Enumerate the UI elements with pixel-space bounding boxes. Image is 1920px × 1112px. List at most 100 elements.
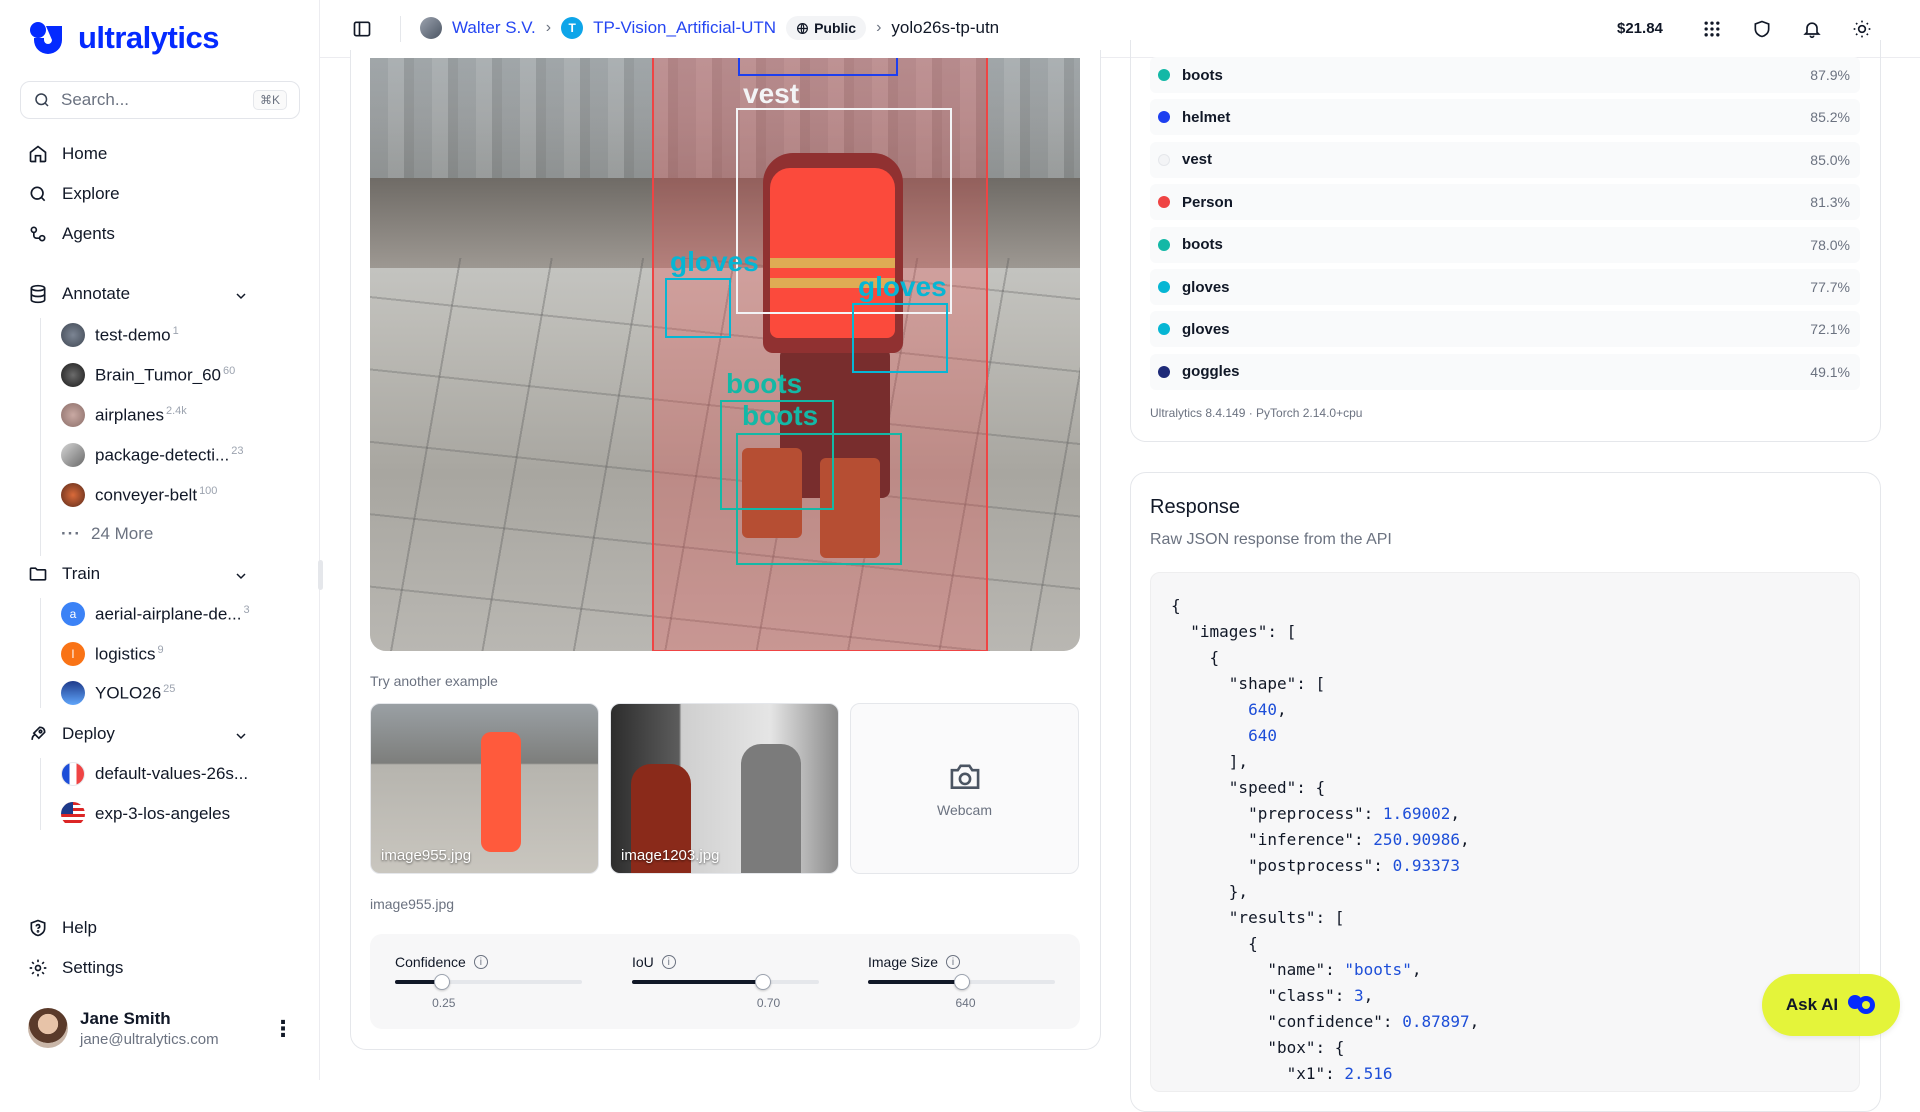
slider-track[interactable]	[632, 974, 819, 990]
user-name: Jane Smith	[80, 1008, 171, 1028]
nav-settings[interactable]: Settings	[28, 958, 123, 978]
prediction-image[interactable]: vest gloves gloves boots boots	[370, 58, 1080, 651]
train-item-aerial-airplane[interactable]: a aerial-airplane-de... 3	[61, 602, 250, 626]
train-item-logistics[interactable]: l logistics 9	[61, 642, 164, 666]
sun-theme-icon[interactable]	[1852, 19, 1872, 39]
deploy-item-los-angeles[interactable]: exp-3-los-angeles	[61, 802, 230, 826]
detection-class: Person	[1182, 193, 1233, 211]
nav-agents[interactable]: Agents	[28, 224, 115, 244]
info-icon[interactable]: i	[661, 955, 676, 969]
webcam-label: Webcam	[937, 801, 992, 818]
globe-icon	[797, 22, 809, 34]
example-image-1203[interactable]: image1203.jpg	[610, 703, 839, 874]
deploy-chevron-down-icon[interactable]	[233, 728, 249, 744]
annotate-item-label: test-demo 1	[95, 324, 179, 345]
webcam-button[interactable]: Webcam	[850, 703, 1079, 874]
sidebar-resize-handle[interactable]	[318, 560, 323, 590]
nav-train[interactable]: Train	[28, 564, 100, 584]
example-image-955[interactable]: image955.jpg	[370, 703, 599, 874]
nav-annotate[interactable]: Annotate	[28, 284, 130, 304]
nav-help[interactable]: Help	[28, 918, 97, 938]
usa-flag-icon	[61, 802, 85, 826]
nav-settings-label: Settings	[62, 958, 124, 977]
annotate-item-label: package-detecti... 23	[95, 444, 244, 465]
class-color-dot	[1158, 196, 1170, 209]
nav-home[interactable]: Home	[28, 144, 107, 164]
slider-track[interactable]	[395, 974, 582, 990]
brand-name: ultralytics	[78, 20, 219, 55]
slider-track[interactable]	[868, 974, 1055, 990]
nav-deploy[interactable]: Deploy	[28, 724, 115, 744]
sidebar-toggle-icon[interactable]	[352, 19, 372, 39]
train-item-label: YOLO26 25	[95, 682, 176, 703]
annotate-more-link[interactable]: ··· 24 More	[61, 524, 153, 544]
train-item-yolo26[interactable]: YOLO26 25	[61, 681, 175, 705]
user-profile[interactable]: Jane Smith jane@ultralytics.com	[28, 1008, 219, 1048]
annotate-item-label: Brain_Tumor_60 60	[95, 364, 236, 385]
detection-row[interactable]: gloves 77.7%	[1150, 269, 1860, 305]
detection-class: gloves	[1182, 320, 1230, 338]
annotate-item-brain-tumor[interactable]: Brain_Tumor_60 60	[61, 363, 235, 387]
brand-logo[interactable]: ultralytics	[28, 20, 219, 56]
version-info: Ultralytics 8.4.149 · PyTorch 2.14.0+cpu	[1150, 406, 1363, 420]
project-avatar: T	[561, 17, 584, 39]
page-scrollbar[interactable]	[1910, 58, 1920, 1080]
detection-class: gloves	[1182, 278, 1230, 296]
nav-home-label: Home	[62, 144, 108, 163]
slider-thumb[interactable]	[754, 974, 771, 990]
france-flag-icon	[61, 762, 85, 786]
train-chevron-down-icon[interactable]	[233, 568, 249, 584]
nav-annotate-label: Annotate	[62, 284, 131, 303]
detection-row[interactable]: boots 87.9%	[1150, 57, 1860, 93]
class-color-dot	[1158, 238, 1170, 251]
image-size-slider[interactable]: Image Size i 640	[868, 954, 1063, 1010]
nav-agents-label: Agents	[62, 224, 115, 243]
detection-confidence: 81.3%	[1810, 194, 1850, 211]
detection-row[interactable]: Person 81.3%	[1150, 184, 1860, 221]
confidence-slider[interactable]: Confidence i 0.25	[395, 954, 590, 1010]
detection-row[interactable]: vest 85.0%	[1150, 141, 1860, 178]
deploy-item-default-values[interactable]: default-values-26s...	[61, 762, 248, 786]
annotate-item-conveyer-belt[interactable]: conveyer-belt 100	[61, 483, 217, 507]
confidence-value: 0.25	[432, 996, 456, 1010]
project-avatar: a	[61, 602, 85, 626]
bell-icon[interactable]	[1802, 19, 1822, 39]
breadcrumb-owner[interactable]: Walter S.V.	[452, 18, 536, 38]
annotate-item-test-demo[interactable]: test-demo 1	[61, 323, 179, 347]
more-dots-icon: ···	[61, 524, 81, 543]
detection-row[interactable]: helmet 85.2%	[1150, 99, 1860, 136]
user-menu-kebab-icon[interactable]: ⋮	[272, 1018, 294, 1040]
example-caption: image955.jpg	[381, 847, 472, 864]
user-email: jane@ultralytics.com	[80, 1030, 219, 1048]
info-icon[interactable]: i	[473, 955, 488, 969]
iou-value: 0.70	[756, 996, 781, 1010]
detection-class: boots	[1182, 66, 1223, 84]
detection-row[interactable]: goggles 49.1%	[1150, 353, 1860, 390]
info-icon[interactable]: i	[946, 955, 961, 969]
help-shield-icon	[30, 919, 46, 937]
class-color-dot	[1158, 111, 1170, 124]
bbox-gloves	[665, 278, 731, 338]
slider-thumb[interactable]	[433, 974, 450, 990]
annotate-item-airplanes[interactable]: airplanes 2.4k	[61, 403, 187, 427]
inference-params: Confidence i 0.25 IoU i 0.70 Image Size i 6…	[370, 934, 1080, 1029]
detection-class: helmet	[1182, 108, 1231, 126]
shield-icon[interactable]	[1752, 19, 1772, 39]
json-response-code[interactable]: { "images": [ { "shape": [ 640, 640 ], "…	[1150, 572, 1860, 1092]
credits-balance[interactable]: $21.84	[1617, 20, 1663, 37]
ask-ai-button[interactable]: Ask AI	[1762, 974, 1900, 1036]
detection-row[interactable]: gloves 72.1%	[1150, 311, 1860, 348]
apps-grid-icon[interactable]	[1702, 19, 1722, 39]
nav-explore[interactable]: Explore	[28, 184, 120, 204]
dataset-thumbnail	[61, 363, 85, 387]
detection-row[interactable]: boots 78.0%	[1150, 226, 1860, 263]
annotate-item-package-detection[interactable]: package-detecti... 23	[61, 443, 243, 467]
slider-thumb[interactable]	[953, 974, 970, 990]
bbox-boots-label: boots	[742, 400, 819, 431]
detection-confidence: 87.9%	[1810, 67, 1850, 83]
breadcrumb-model: yolo26s-tp-utn	[891, 18, 1000, 37]
search-input[interactable]: Search... ⌘K	[20, 81, 300, 119]
breadcrumb-project[interactable]: TP-Vision_Artificial-UTN	[593, 18, 776, 38]
iou-slider[interactable]: IoU i 0.70	[632, 954, 827, 1010]
annotate-chevron-down-icon[interactable]	[233, 288, 249, 304]
